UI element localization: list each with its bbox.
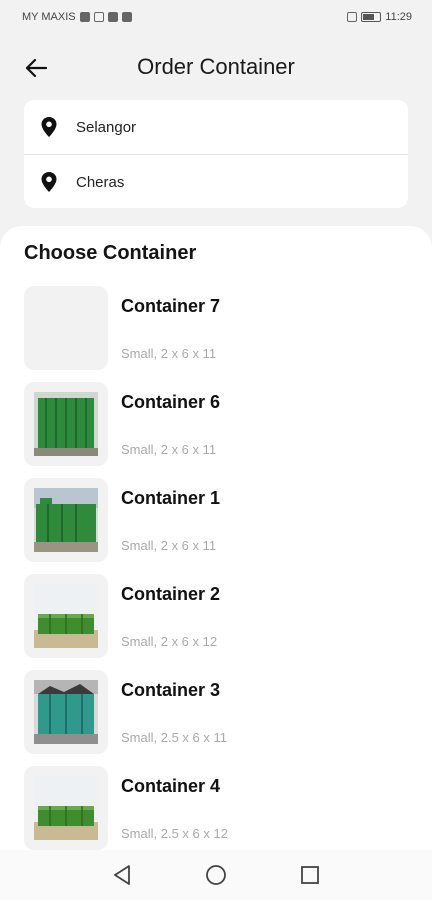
container-name: Container 6 [121, 392, 221, 412]
nav-recents-button[interactable] [298, 863, 322, 887]
youtube-icon [121, 12, 132, 22]
nav-back-button[interactable] [110, 863, 134, 887]
location-state-row[interactable]: Selangor [24, 100, 408, 154]
container-spec: Small, 2 x 6 x 11 [121, 538, 217, 553]
container-item[interactable]: Container 4 Small, 2.5 x 6 x 12 [0, 764, 432, 860]
status-bar: MY MAXIS 11:29 [0, 0, 432, 34]
container-thumbnail [24, 478, 108, 562]
carrier-label: MY MAXIS [22, 11, 76, 23]
container-image [34, 584, 98, 648]
container-thumbnail [24, 382, 108, 466]
triangle-back-icon [114, 865, 130, 885]
notification-icon [93, 12, 104, 22]
container-thumbnail [24, 670, 108, 754]
container-spec: Small, 2.5 x 6 x 11 [121, 730, 227, 745]
vibrate-icon [347, 12, 358, 22]
container-name: Container 7 [121, 296, 221, 316]
container-name: Container 3 [121, 680, 221, 700]
page-title: Order Container [137, 54, 295, 79]
container-image [34, 776, 98, 840]
container-item[interactable]: Container 6 Small, 2 x 6 x 11 [0, 380, 432, 476]
container-name: Container 1 [121, 488, 221, 508]
square-recents-icon [301, 866, 319, 884]
circle-home-icon [206, 865, 226, 885]
container-name: Container 4 [121, 776, 221, 796]
container-thumbnail [24, 286, 108, 370]
clock: 11:29 [385, 11, 412, 23]
battery-icon [361, 12, 382, 22]
instagram-icon [107, 12, 118, 22]
container-list: Container 7 Small, 2 x 6 x 11 Container … [0, 284, 432, 860]
location-state-label: Selangor [76, 118, 137, 136]
container-spec: Small, 2 x 6 x 11 [121, 346, 217, 361]
location-area-row[interactable]: Cheras [24, 154, 408, 209]
container-image [34, 488, 98, 552]
container-spec: Small, 2 x 6 x 11 [121, 442, 217, 457]
map-pin-icon [41, 117, 57, 137]
container-item[interactable]: Container 1 Small, 2 x 6 x 11 [0, 476, 432, 572]
container-spec: Small, 2 x 6 x 12 [121, 634, 218, 649]
container-image [34, 680, 98, 744]
container-item[interactable]: Container 2 Small, 2 x 6 x 12 [0, 572, 432, 668]
signal-icon [79, 12, 90, 22]
status-right: 11:29 [347, 11, 412, 23]
container-spec: Small, 2.5 x 6 x 12 [121, 826, 228, 841]
container-item[interactable]: Container 3 Small, 2.5 x 6 x 11 [0, 668, 432, 764]
location-card: Selangor Cheras [24, 100, 408, 208]
app-header: Order Container [0, 40, 432, 98]
container-thumbnail [24, 766, 108, 850]
map-pin-icon [41, 172, 57, 192]
container-name: Container 2 [121, 584, 221, 604]
nav-home-button[interactable] [204, 863, 228, 887]
status-left: MY MAXIS [22, 11, 132, 23]
container-image [34, 392, 98, 456]
container-thumbnail [24, 574, 108, 658]
container-item[interactable]: Container 7 Small, 2 x 6 x 11 [0, 284, 432, 380]
system-nav-bar [0, 850, 432, 900]
container-sheet: Choose Container Container 7 Small, 2 x … [0, 226, 432, 900]
location-area-label: Cheras [76, 173, 125, 191]
section-title: Choose Container [24, 242, 197, 264]
